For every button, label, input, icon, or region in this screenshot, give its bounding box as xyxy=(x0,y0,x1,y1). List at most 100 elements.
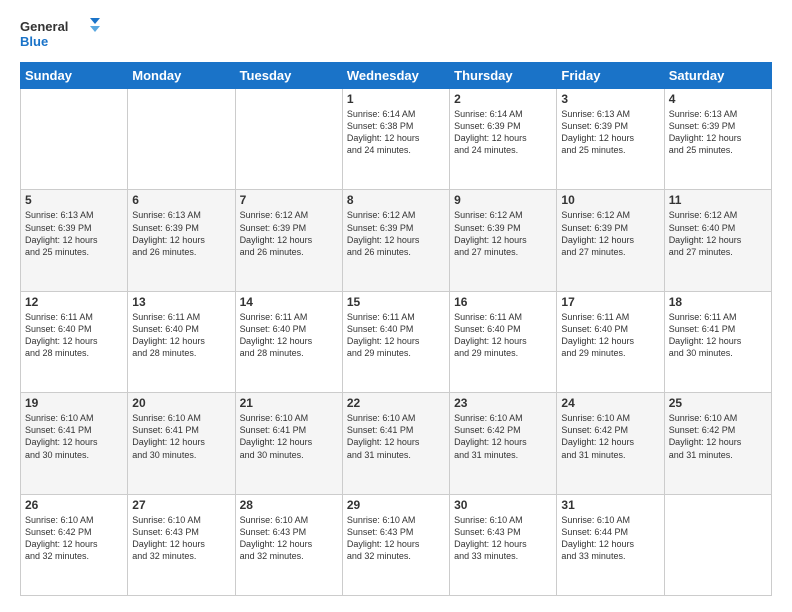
day-info: Sunrise: 6:12 AM Sunset: 6:39 PM Dayligh… xyxy=(561,209,659,258)
calendar-cell xyxy=(128,89,235,190)
day-number: 7 xyxy=(240,193,338,207)
calendar-cell: 14 Sunrise: 6:11 AM Sunset: 6:40 PM Dayli… xyxy=(235,291,342,392)
calendar-cell: 18 Sunrise: 6:11 AM Sunset: 6:41 PM Dayli… xyxy=(664,291,771,392)
day-info: Sunrise: 6:12 AM Sunset: 6:39 PM Dayligh… xyxy=(454,209,552,258)
day-number: 27 xyxy=(132,498,230,512)
day-info: Sunrise: 6:11 AM Sunset: 6:40 PM Dayligh… xyxy=(347,311,445,360)
day-info: Sunrise: 6:11 AM Sunset: 6:40 PM Dayligh… xyxy=(132,311,230,360)
calendar-week-row: 1 Sunrise: 6:14 AM Sunset: 6:38 PM Daylig… xyxy=(21,89,772,190)
calendar-cell: 9 Sunrise: 6:12 AM Sunset: 6:39 PM Daylig… xyxy=(450,190,557,291)
calendar-cell: 26Sunrise: 6:10 AM Sunset: 6:42 PM Dayli… xyxy=(21,494,128,595)
day-info: Sunrise: 6:11 AM Sunset: 6:40 PM Dayligh… xyxy=(561,311,659,360)
day-info: Sunrise: 6:14 AM Sunset: 6:39 PM Dayligh… xyxy=(454,108,552,157)
day-number: 30 xyxy=(454,498,552,512)
day-number: 21 xyxy=(240,396,338,410)
day-info: Sunrise: 6:10 AM Sunset: 6:43 PM Dayligh… xyxy=(132,514,230,563)
calendar-cell: 19 Sunrise: 6:10 AM Sunset: 6:41 PM Dayli… xyxy=(21,393,128,494)
weekday-header: Saturday xyxy=(664,63,771,89)
day-number: 24 xyxy=(561,396,659,410)
day-info: Sunrise: 6:10 AM Sunset: 6:43 PM Dayligh… xyxy=(240,514,338,563)
calendar-week-row: 19 Sunrise: 6:10 AM Sunset: 6:41 PM Dayli… xyxy=(21,393,772,494)
day-info: Sunrise: 6:10 AM Sunset: 6:42 PM Dayligh… xyxy=(561,412,659,461)
calendar-cell xyxy=(235,89,342,190)
calendar-cell: 4 Sunrise: 6:13 AM Sunset: 6:39 PM Daylig… xyxy=(664,89,771,190)
day-info: Sunrise: 6:12 AM Sunset: 6:39 PM Dayligh… xyxy=(347,209,445,258)
day-number: 16 xyxy=(454,295,552,309)
day-number: 15 xyxy=(347,295,445,309)
day-info: Sunrise: 6:10 AM Sunset: 6:41 PM Dayligh… xyxy=(25,412,123,461)
calendar-week-row: 12 Sunrise: 6:11 AM Sunset: 6:40 PM Dayli… xyxy=(21,291,772,392)
calendar-cell: 31 Sunrise: 6:10 AM Sunset: 6:44 PM Dayli… xyxy=(557,494,664,595)
calendar-cell xyxy=(21,89,128,190)
calendar-week-row: 26Sunrise: 6:10 AM Sunset: 6:42 PM Dayli… xyxy=(21,494,772,595)
calendar-cell: 30 Sunrise: 6:10 AM Sunset: 6:43 PM Dayli… xyxy=(450,494,557,595)
day-number: 13 xyxy=(132,295,230,309)
calendar-cell: 16 Sunrise: 6:11 AM Sunset: 6:40 PM Dayli… xyxy=(450,291,557,392)
day-info: Sunrise: 6:13 AM Sunset: 6:39 PM Dayligh… xyxy=(561,108,659,157)
day-info: Sunrise: 6:10 AM Sunset: 6:42 PM Dayligh… xyxy=(454,412,552,461)
header: General Blue xyxy=(20,16,772,52)
calendar-cell: 22Sunrise: 6:10 AM Sunset: 6:41 PM Dayli… xyxy=(342,393,449,494)
calendar-cell: 29Sunrise: 6:10 AM Sunset: 6:43 PM Dayli… xyxy=(342,494,449,595)
day-number: 31 xyxy=(561,498,659,512)
day-info: Sunrise: 6:14 AM Sunset: 6:38 PM Dayligh… xyxy=(347,108,445,157)
day-number: 3 xyxy=(561,92,659,106)
day-info: Sunrise: 6:10 AM Sunset: 6:43 PM Dayligh… xyxy=(347,514,445,563)
day-info: Sunrise: 6:10 AM Sunset: 6:42 PM Dayligh… xyxy=(669,412,767,461)
day-number: 28 xyxy=(240,498,338,512)
calendar-cell: 23 Sunrise: 6:10 AM Sunset: 6:42 PM Dayli… xyxy=(450,393,557,494)
day-info: Sunrise: 6:11 AM Sunset: 6:40 PM Dayligh… xyxy=(240,311,338,360)
calendar-cell: 11 Sunrise: 6:12 AM Sunset: 6:40 PM Dayli… xyxy=(664,190,771,291)
calendar-cell: 1 Sunrise: 6:14 AM Sunset: 6:38 PM Daylig… xyxy=(342,89,449,190)
calendar-cell: 5Sunrise: 6:13 AM Sunset: 6:39 PM Daylig… xyxy=(21,190,128,291)
calendar-cell: 20 Sunrise: 6:10 AM Sunset: 6:41 PM Dayli… xyxy=(128,393,235,494)
day-number: 1 xyxy=(347,92,445,106)
day-number: 10 xyxy=(561,193,659,207)
calendar-cell: 28 Sunrise: 6:10 AM Sunset: 6:43 PM Dayli… xyxy=(235,494,342,595)
day-number: 11 xyxy=(669,193,767,207)
day-info: Sunrise: 6:11 AM Sunset: 6:40 PM Dayligh… xyxy=(454,311,552,360)
day-number: 17 xyxy=(561,295,659,309)
day-number: 9 xyxy=(454,193,552,207)
day-info: Sunrise: 6:10 AM Sunset: 6:41 PM Dayligh… xyxy=(132,412,230,461)
day-number: 6 xyxy=(132,193,230,207)
day-number: 12 xyxy=(25,295,123,309)
day-number: 26 xyxy=(25,498,123,512)
day-info: Sunrise: 6:12 AM Sunset: 6:40 PM Dayligh… xyxy=(669,209,767,258)
svg-text:General: General xyxy=(20,19,68,34)
calendar-week-row: 5Sunrise: 6:13 AM Sunset: 6:39 PM Daylig… xyxy=(21,190,772,291)
day-number: 23 xyxy=(454,396,552,410)
calendar-cell: 21Sunrise: 6:10 AM Sunset: 6:41 PM Dayli… xyxy=(235,393,342,494)
calendar-cell: 8Sunrise: 6:12 AM Sunset: 6:39 PM Daylig… xyxy=(342,190,449,291)
day-number: 19 xyxy=(25,396,123,410)
calendar-cell: 25 Sunrise: 6:10 AM Sunset: 6:42 PM Dayli… xyxy=(664,393,771,494)
day-number: 25 xyxy=(669,396,767,410)
day-info: Sunrise: 6:11 AM Sunset: 6:41 PM Dayligh… xyxy=(669,311,767,360)
calendar-cell: 12 Sunrise: 6:11 AM Sunset: 6:40 PM Dayli… xyxy=(21,291,128,392)
day-info: Sunrise: 6:10 AM Sunset: 6:43 PM Dayligh… xyxy=(454,514,552,563)
weekday-header: Friday xyxy=(557,63,664,89)
svg-text:Blue: Blue xyxy=(20,34,48,49)
calendar-cell xyxy=(664,494,771,595)
day-info: Sunrise: 6:11 AM Sunset: 6:40 PM Dayligh… xyxy=(25,311,123,360)
calendar-cell: 24 Sunrise: 6:10 AM Sunset: 6:42 PM Dayli… xyxy=(557,393,664,494)
calendar-cell: 10 Sunrise: 6:12 AM Sunset: 6:39 PM Dayli… xyxy=(557,190,664,291)
day-number: 4 xyxy=(669,92,767,106)
calendar-cell: 6Sunrise: 6:13 AM Sunset: 6:39 PM Daylig… xyxy=(128,190,235,291)
calendar-header-row: SundayMondayTuesdayWednesdayThursdayFrid… xyxy=(21,63,772,89)
day-number: 18 xyxy=(669,295,767,309)
day-number: 20 xyxy=(132,396,230,410)
day-info: Sunrise: 6:10 AM Sunset: 6:41 PM Dayligh… xyxy=(347,412,445,461)
weekday-header: Sunday xyxy=(21,63,128,89)
calendar-table: SundayMondayTuesdayWednesdayThursdayFrid… xyxy=(20,62,772,596)
day-number: 2 xyxy=(454,92,552,106)
day-info: Sunrise: 6:10 AM Sunset: 6:44 PM Dayligh… xyxy=(561,514,659,563)
logo-svg: General Blue xyxy=(20,16,100,52)
calendar-cell: 15 Sunrise: 6:11 AM Sunset: 6:40 PM Dayli… xyxy=(342,291,449,392)
weekday-header: Monday xyxy=(128,63,235,89)
calendar-cell: 7Sunrise: 6:12 AM Sunset: 6:39 PM Daylig… xyxy=(235,190,342,291)
day-number: 5 xyxy=(25,193,123,207)
day-info: Sunrise: 6:13 AM Sunset: 6:39 PM Dayligh… xyxy=(669,108,767,157)
weekday-header: Thursday xyxy=(450,63,557,89)
day-number: 14 xyxy=(240,295,338,309)
